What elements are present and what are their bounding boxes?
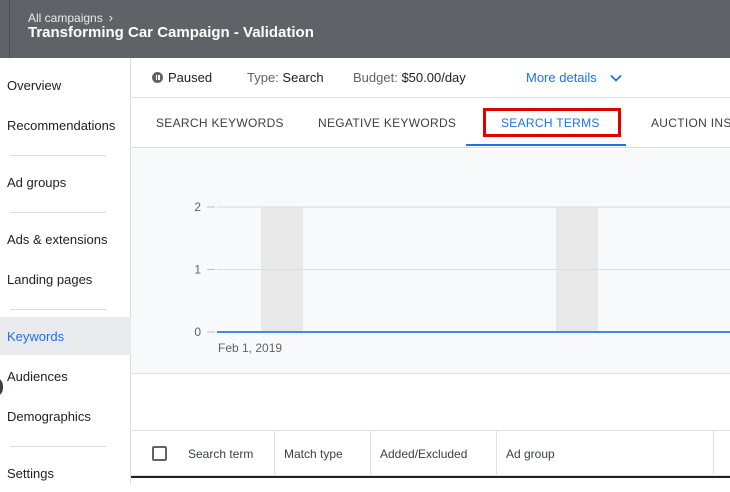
type-value: Search bbox=[282, 70, 324, 85]
sidebar-item-overview[interactable]: Overview bbox=[0, 66, 131, 104]
column-ad-group[interactable]: Ad group bbox=[496, 431, 555, 476]
sidebar-item-label: Overview bbox=[7, 77, 62, 93]
header-left-strip bbox=[0, 0, 10, 58]
campaign-budget: Budget: $50.00/day bbox=[353, 70, 466, 85]
tab-negative-keywords[interactable]: NEGATIVE KEYWORDS bbox=[318, 98, 456, 147]
breadcrumb[interactable]: All campaigns › bbox=[28, 10, 113, 25]
tab-search-keywords[interactable]: SEARCH KEYWORDS bbox=[156, 98, 284, 147]
column-divider bbox=[713, 431, 714, 476]
campaign-title: Transforming Car Campaign - Validation bbox=[28, 24, 314, 41]
sidebar-item-ads-extensions[interactable]: Ads & extensions bbox=[0, 220, 131, 258]
sidebar-divider bbox=[10, 155, 106, 156]
chevron-down-icon[interactable] bbox=[609, 71, 623, 85]
budget-value: $50.00/day bbox=[401, 70, 466, 85]
campaign-state: Paused bbox=[168, 70, 213, 85]
column-search-term[interactable]: Search term bbox=[178, 431, 253, 476]
sidebar-item-landing-pages[interactable]: Landing pages bbox=[0, 260, 131, 298]
search-terms-highlight-box bbox=[483, 108, 621, 137]
chart-table-spacer bbox=[131, 374, 730, 431]
type-label: Type: bbox=[247, 70, 279, 85]
sidebar-item-keywords[interactable]: Keywords bbox=[0, 317, 131, 355]
search-terms-table-header: Search term Match type Added/Excluded Ad… bbox=[131, 431, 730, 476]
active-tab-indicator bbox=[466, 144, 626, 146]
sidebar-item-settings[interactable]: Settings bbox=[0, 454, 131, 492]
sidebar-item-audiences[interactable]: Audiences bbox=[0, 357, 131, 395]
sidebar-item-ad-groups[interactable]: Ad groups bbox=[0, 163, 131, 201]
sidebar-divider bbox=[10, 212, 106, 213]
sidebar-item-recommendations[interactable]: Recommendations bbox=[0, 106, 131, 144]
table-body-edge bbox=[131, 476, 730, 485]
y-tick-label: 1 bbox=[194, 263, 201, 277]
chart-svg: 0 1 2 Feb 1, 2019 bbox=[194, 200, 730, 355]
campaign-header: All campaigns › Transforming Car Campaig… bbox=[0, 0, 730, 58]
chevron-right-icon: › bbox=[108, 10, 114, 25]
sidebar-item-label: Ads & extensions bbox=[7, 231, 108, 247]
tab-auction-insights[interactable]: AUCTION INSI bbox=[651, 98, 730, 147]
sidebar-nav: Overview Recommendations Ad groups Ads &… bbox=[0, 58, 131, 485]
more-details-link[interactable]: More details bbox=[526, 70, 597, 85]
sidebar-item-label: Landing pages bbox=[7, 271, 93, 287]
y-tick-label: 0 bbox=[194, 325, 201, 339]
select-all-checkbox[interactable] bbox=[152, 446, 167, 461]
column-match-type[interactable]: Match type bbox=[274, 431, 343, 476]
sidebar-divider bbox=[10, 309, 106, 310]
y-tick-label: 2 bbox=[194, 200, 201, 214]
sidebar-item-demographics[interactable]: Demographics bbox=[0, 397, 131, 435]
performance-chart: 0 1 2 Feb 1, 2019 bbox=[131, 149, 730, 374]
keyword-tabs: SEARCH KEYWORDS NEGATIVE KEYWORDS SEARCH… bbox=[131, 98, 730, 148]
sidebar-item-label: Settings bbox=[7, 465, 54, 481]
sidebar-divider bbox=[10, 446, 106, 447]
main-content: Paused Type: Search Budget: $50.00/day M… bbox=[131, 58, 730, 485]
sidebar-item-label: Audiences bbox=[7, 368, 68, 384]
sidebar-item-label: Keywords bbox=[7, 328, 65, 344]
budget-label: Budget: bbox=[353, 70, 398, 85]
pause-icon bbox=[152, 72, 163, 83]
sidebar-item-label: Recommendations bbox=[7, 117, 116, 133]
sidebar-item-label: Demographics bbox=[7, 408, 91, 424]
breadcrumb-all-campaigns[interactable]: All campaigns bbox=[28, 11, 103, 25]
column-added-excluded[interactable]: Added/Excluded bbox=[370, 431, 467, 476]
campaign-type: Type: Search bbox=[247, 70, 324, 85]
campaign-status-bar: Paused Type: Search Budget: $50.00/day M… bbox=[131, 58, 730, 98]
x-tick-label: Feb 1, 2019 bbox=[218, 341, 282, 355]
sidebar-item-label: Ad groups bbox=[7, 174, 67, 190]
